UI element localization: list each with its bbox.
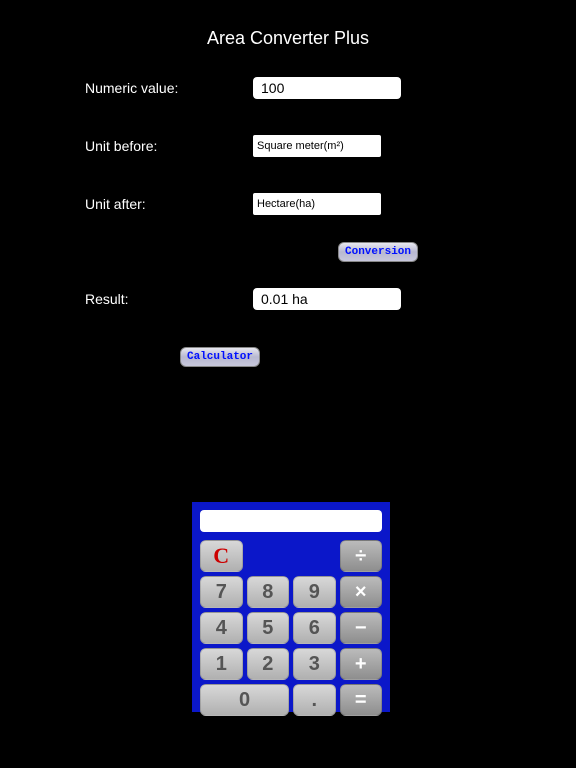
calculator-keypad: C ÷ 7 8 9 × 4 5 6 − 1 2 3 + 0 . = <box>200 540 382 716</box>
result-row: Result: <box>85 288 576 310</box>
numeric-input[interactable] <box>253 77 401 99</box>
calculator-button[interactable]: Calculator <box>180 347 260 367</box>
calc-key-7[interactable]: 7 <box>200 576 243 608</box>
conversion-button[interactable]: Conversion <box>338 242 418 262</box>
calc-key-dot[interactable]: . <box>293 684 336 716</box>
calc-key-0[interactable]: 0 <box>200 684 289 716</box>
calc-key-clear[interactable]: C <box>200 540 243 572</box>
calculator-panel: C ÷ 7 8 9 × 4 5 6 − 1 2 3 + 0 . = <box>192 502 390 712</box>
calc-key-6[interactable]: 6 <box>293 612 336 644</box>
calc-key-equals[interactable]: = <box>340 684 383 716</box>
calc-key-4[interactable]: 4 <box>200 612 243 644</box>
numeric-row: Numeric value: <box>85 77 576 99</box>
calc-key-divide[interactable]: ÷ <box>340 540 383 572</box>
calc-key-2[interactable]: 2 <box>247 648 290 680</box>
calc-key-8[interactable]: 8 <box>247 576 290 608</box>
calc-key-subtract[interactable]: − <box>340 612 383 644</box>
unit-after-row: Unit after: Hectare(ha) <box>85 193 576 215</box>
calculator-toggle-row: Calculator <box>85 346 576 367</box>
numeric-label: Numeric value: <box>85 80 253 96</box>
result-output <box>253 288 401 310</box>
unit-after-label: Unit after: <box>85 196 253 212</box>
unit-before-label: Unit before: <box>85 138 253 154</box>
calculator-display[interactable] <box>200 510 382 532</box>
calc-key-multiply[interactable]: × <box>340 576 383 608</box>
calc-key-1[interactable]: 1 <box>200 648 243 680</box>
unit-before-select[interactable]: Square meter(m²) <box>253 135 381 157</box>
calc-key-9[interactable]: 9 <box>293 576 336 608</box>
conversion-row: Conversion <box>85 241 576 262</box>
result-label: Result: <box>85 291 253 307</box>
unit-after-select[interactable]: Hectare(ha) <box>253 193 381 215</box>
calc-key-5[interactable]: 5 <box>247 612 290 644</box>
page-title: Area Converter Plus <box>0 0 576 49</box>
calc-key-3[interactable]: 3 <box>293 648 336 680</box>
unit-before-row: Unit before: Square meter(m²) <box>85 135 576 157</box>
converter-form: Numeric value: Unit before: Square meter… <box>0 49 576 367</box>
calc-key-add[interactable]: + <box>340 648 383 680</box>
